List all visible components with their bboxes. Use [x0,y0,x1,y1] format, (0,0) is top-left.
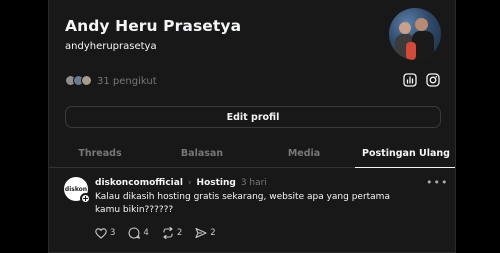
tab-media[interactable]: Media [253,140,355,167]
post-avatar[interactable]: diskon + [64,177,91,204]
tab-postingan-ulang[interactable]: Postingan Ulang [355,140,455,168]
share-button[interactable]: 2 [195,227,216,239]
like-count: 3 [110,228,116,238]
share-count: 2 [210,228,216,238]
profile-handle: andyheruprasetya [65,41,157,52]
repost-button[interactable]: 2 [162,227,182,239]
profile-name: Andy Heru Prasetya [65,17,242,35]
heart-icon [95,227,107,239]
tab-threads[interactable]: Threads [49,140,151,167]
post-time: 3 hari [240,178,267,188]
comment-count: 4 [143,228,149,238]
repost-item[interactable]: diskon + diskoncomofficial › Hosting 3 h… [49,168,455,252]
post-header: diskoncomofficial › Hosting 3 hari [95,176,267,190]
post-avatar-logo: diskon [64,185,88,193]
profile-avatar[interactable] [389,8,441,60]
send-icon [195,227,207,239]
follower-avatars [65,75,95,87]
post-username[interactable]: diskoncomofficial [95,178,183,188]
followers-count: 31 pengikut [97,75,157,87]
post-topic[interactable]: Hosting [197,178,236,188]
instagram-icon[interactable] [425,72,441,88]
bar-chart-icon[interactable] [402,72,418,88]
repost-count: 2 [176,228,183,238]
like-button[interactable]: 3 [95,227,116,239]
post-text: Kalau dikasih hosting gratis sekarang, w… [95,192,390,215]
post-actions: 3 4 2 2 [95,226,229,240]
chevron-right-icon: › [187,178,192,188]
profile-tabs: Threads Balasan Media Postingan Ulang [49,140,455,168]
profile-card: Andy Heru Prasetya andyheruprasetya 31 p… [48,0,456,253]
more-horizontal-icon[interactable]: ••• [426,176,448,189]
comment-icon [128,227,141,239]
follow-plus-icon[interactable]: + [80,193,91,204]
followers-link[interactable]: 31 pengikut [65,74,157,88]
comment-button[interactable]: 4 [128,227,149,239]
tab-balasan[interactable]: Balasan [151,140,253,167]
repost-icon [162,227,173,239]
edit-profile-button[interactable]: Edit profil [65,106,441,128]
